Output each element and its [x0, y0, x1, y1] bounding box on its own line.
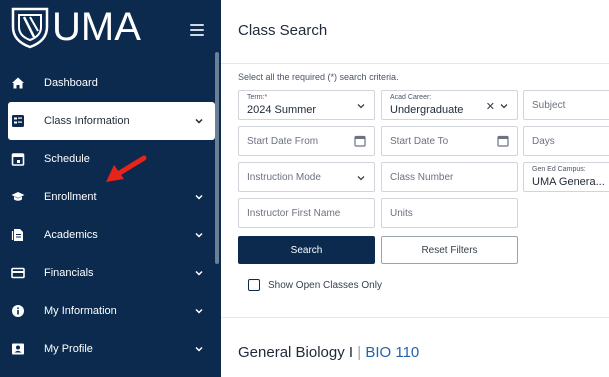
class-number-placeholder: Class Number — [390, 172, 454, 183]
sidebar: UMA Dashboard Class Information Schedule… — [0, 0, 221, 377]
acad-career-select[interactable]: Acad Career: Undergraduate ✕ — [381, 90, 518, 120]
red-arrow-annotation — [106, 155, 147, 182]
gen-ed-campus-select[interactable]: Gen Ed Campus: UMA Genera... — [523, 162, 609, 192]
sidebar-item-label: My Information — [44, 305, 117, 317]
sidebar-item-label: Dashboard — [44, 77, 98, 89]
sidebar-item-class-information[interactable]: Class Information — [8, 102, 215, 140]
sidebar-item-label: Financials — [44, 267, 94, 279]
term-label: Term:* — [247, 94, 268, 101]
page-title: Class Search — [238, 22, 328, 39]
search-instructions: Select all the required (*) search crite… — [238, 72, 399, 82]
main-content: Class Search Select all the required (*)… — [221, 0, 609, 377]
chevron-down-icon — [357, 104, 365, 109]
chevron-down-icon — [195, 346, 203, 352]
course-name: General Biology I — [238, 344, 354, 361]
instructor-first-name-field[interactable]: Instructor First Name — [238, 198, 375, 228]
reset-filters-button[interactable]: Reset Filters — [381, 236, 518, 264]
units-placeholder: Units — [390, 208, 413, 219]
start-date-to-placeholder: Start Date To — [390, 136, 449, 147]
days-placeholder: Days — [532, 136, 555, 147]
gen-ed-campus-value: UMA Genera... — [532, 176, 605, 188]
subject-select[interactable]: Subject — [523, 90, 609, 120]
sidebar-item-dashboard[interactable]: Dashboard — [0, 64, 221, 102]
credit-card-icon — [11, 266, 25, 280]
profile-card-icon — [11, 342, 25, 356]
sidebar-item-label: My Profile — [44, 343, 93, 355]
uma-logo[interactable]: UMA — [10, 5, 141, 49]
show-open-classes-toggle[interactable]: Show Open Classes Only — [248, 279, 382, 291]
chevron-down-icon — [357, 176, 365, 181]
logo-row: UMA — [0, 0, 221, 60]
chevron-down-icon — [195, 194, 203, 200]
gen-ed-campus-label: Gen Ed Campus: — [532, 166, 586, 173]
calendar-icon — [11, 152, 25, 166]
class-info-icon — [11, 114, 25, 128]
document-icon — [11, 228, 25, 242]
menu-toggle-icon[interactable] — [190, 24, 204, 36]
sidebar-item-label: Enrollment — [44, 191, 97, 203]
clear-icon[interactable]: ✕ — [486, 100, 495, 113]
chevron-down-icon — [195, 232, 203, 238]
home-icon — [11, 76, 25, 90]
sidebar-item-academics[interactable]: Academics — [0, 216, 221, 254]
instruction-mode-placeholder: Instruction Mode — [247, 172, 321, 183]
course-code: BIO 110 — [365, 344, 420, 361]
sidebar-item-label: Academics — [44, 229, 98, 241]
course-result-title[interactable]: General Biology I | BIO 110 — [238, 344, 419, 361]
search-button[interactable]: Search — [238, 236, 375, 264]
page-header: Class Search — [221, 0, 609, 64]
start-date-from-placeholder: Start Date From — [247, 136, 319, 147]
acad-career-label: Acad Career: — [390, 94, 432, 101]
units-field[interactable]: Units — [381, 198, 518, 228]
subject-placeholder: Subject — [532, 100, 566, 111]
open-classes-checkbox[interactable] — [248, 279, 260, 291]
shield-logo-icon — [11, 7, 49, 49]
days-select[interactable]: Days — [523, 126, 609, 156]
section-divider — [221, 317, 609, 318]
chevron-down-icon — [195, 270, 203, 276]
term-value: 2024 Summer — [247, 104, 317, 116]
acad-career-value: Undergraduate — [390, 104, 464, 116]
chevron-down-icon — [500, 104, 508, 109]
start-date-from-field[interactable]: Start Date From — [238, 126, 375, 156]
sidebar-item-my-profile[interactable]: My Profile — [0, 330, 221, 368]
instruction-mode-select[interactable]: Instruction Mode — [238, 162, 375, 192]
start-date-to-field[interactable]: Start Date To — [381, 126, 518, 156]
class-number-field[interactable]: Class Number — [381, 162, 518, 192]
calendar-icon[interactable] — [497, 135, 509, 147]
title-separator: | — [357, 344, 362, 361]
graduation-cap-icon — [11, 190, 25, 204]
sidebar-item-my-information[interactable]: My Information — [0, 292, 221, 330]
sidebar-item-label: Schedule — [44, 153, 90, 165]
sidebar-item-financials[interactable]: Financials — [0, 254, 221, 292]
info-icon — [11, 304, 25, 318]
open-classes-label: Show Open Classes Only — [268, 279, 382, 291]
sidebar-item-label: Class Information — [44, 115, 130, 127]
logo-text: UMA — [52, 5, 141, 49]
chevron-down-icon — [195, 118, 203, 124]
term-select[interactable]: Term:* 2024 Summer — [238, 90, 375, 120]
instructor-first-name-placeholder: Instructor First Name — [247, 208, 341, 219]
calendar-icon[interactable] — [354, 135, 366, 147]
chevron-down-icon — [195, 308, 203, 314]
